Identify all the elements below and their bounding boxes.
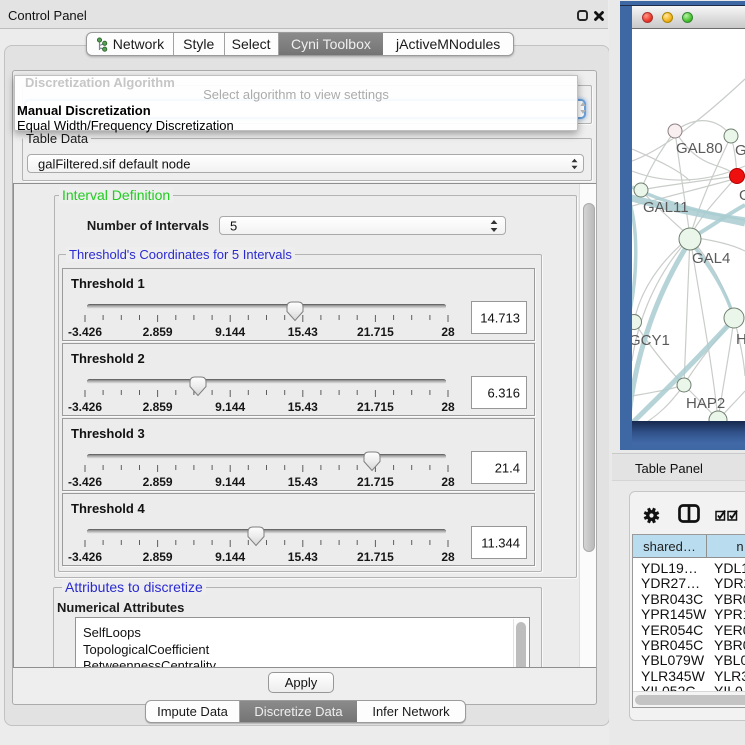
svg-text:HAP2: HAP2 (686, 395, 725, 412)
svg-text:GAL80: GAL80 (676, 140, 723, 157)
svg-text:GAL11: GAL11 (643, 199, 689, 216)
svg-text:G: G (735, 142, 745, 159)
svg-text:GCY1: GCY1 (632, 332, 670, 349)
svg-text:G: G (739, 187, 745, 204)
svg-text:H: H (736, 331, 745, 348)
svg-text:GAL4: GAL4 (692, 250, 730, 267)
